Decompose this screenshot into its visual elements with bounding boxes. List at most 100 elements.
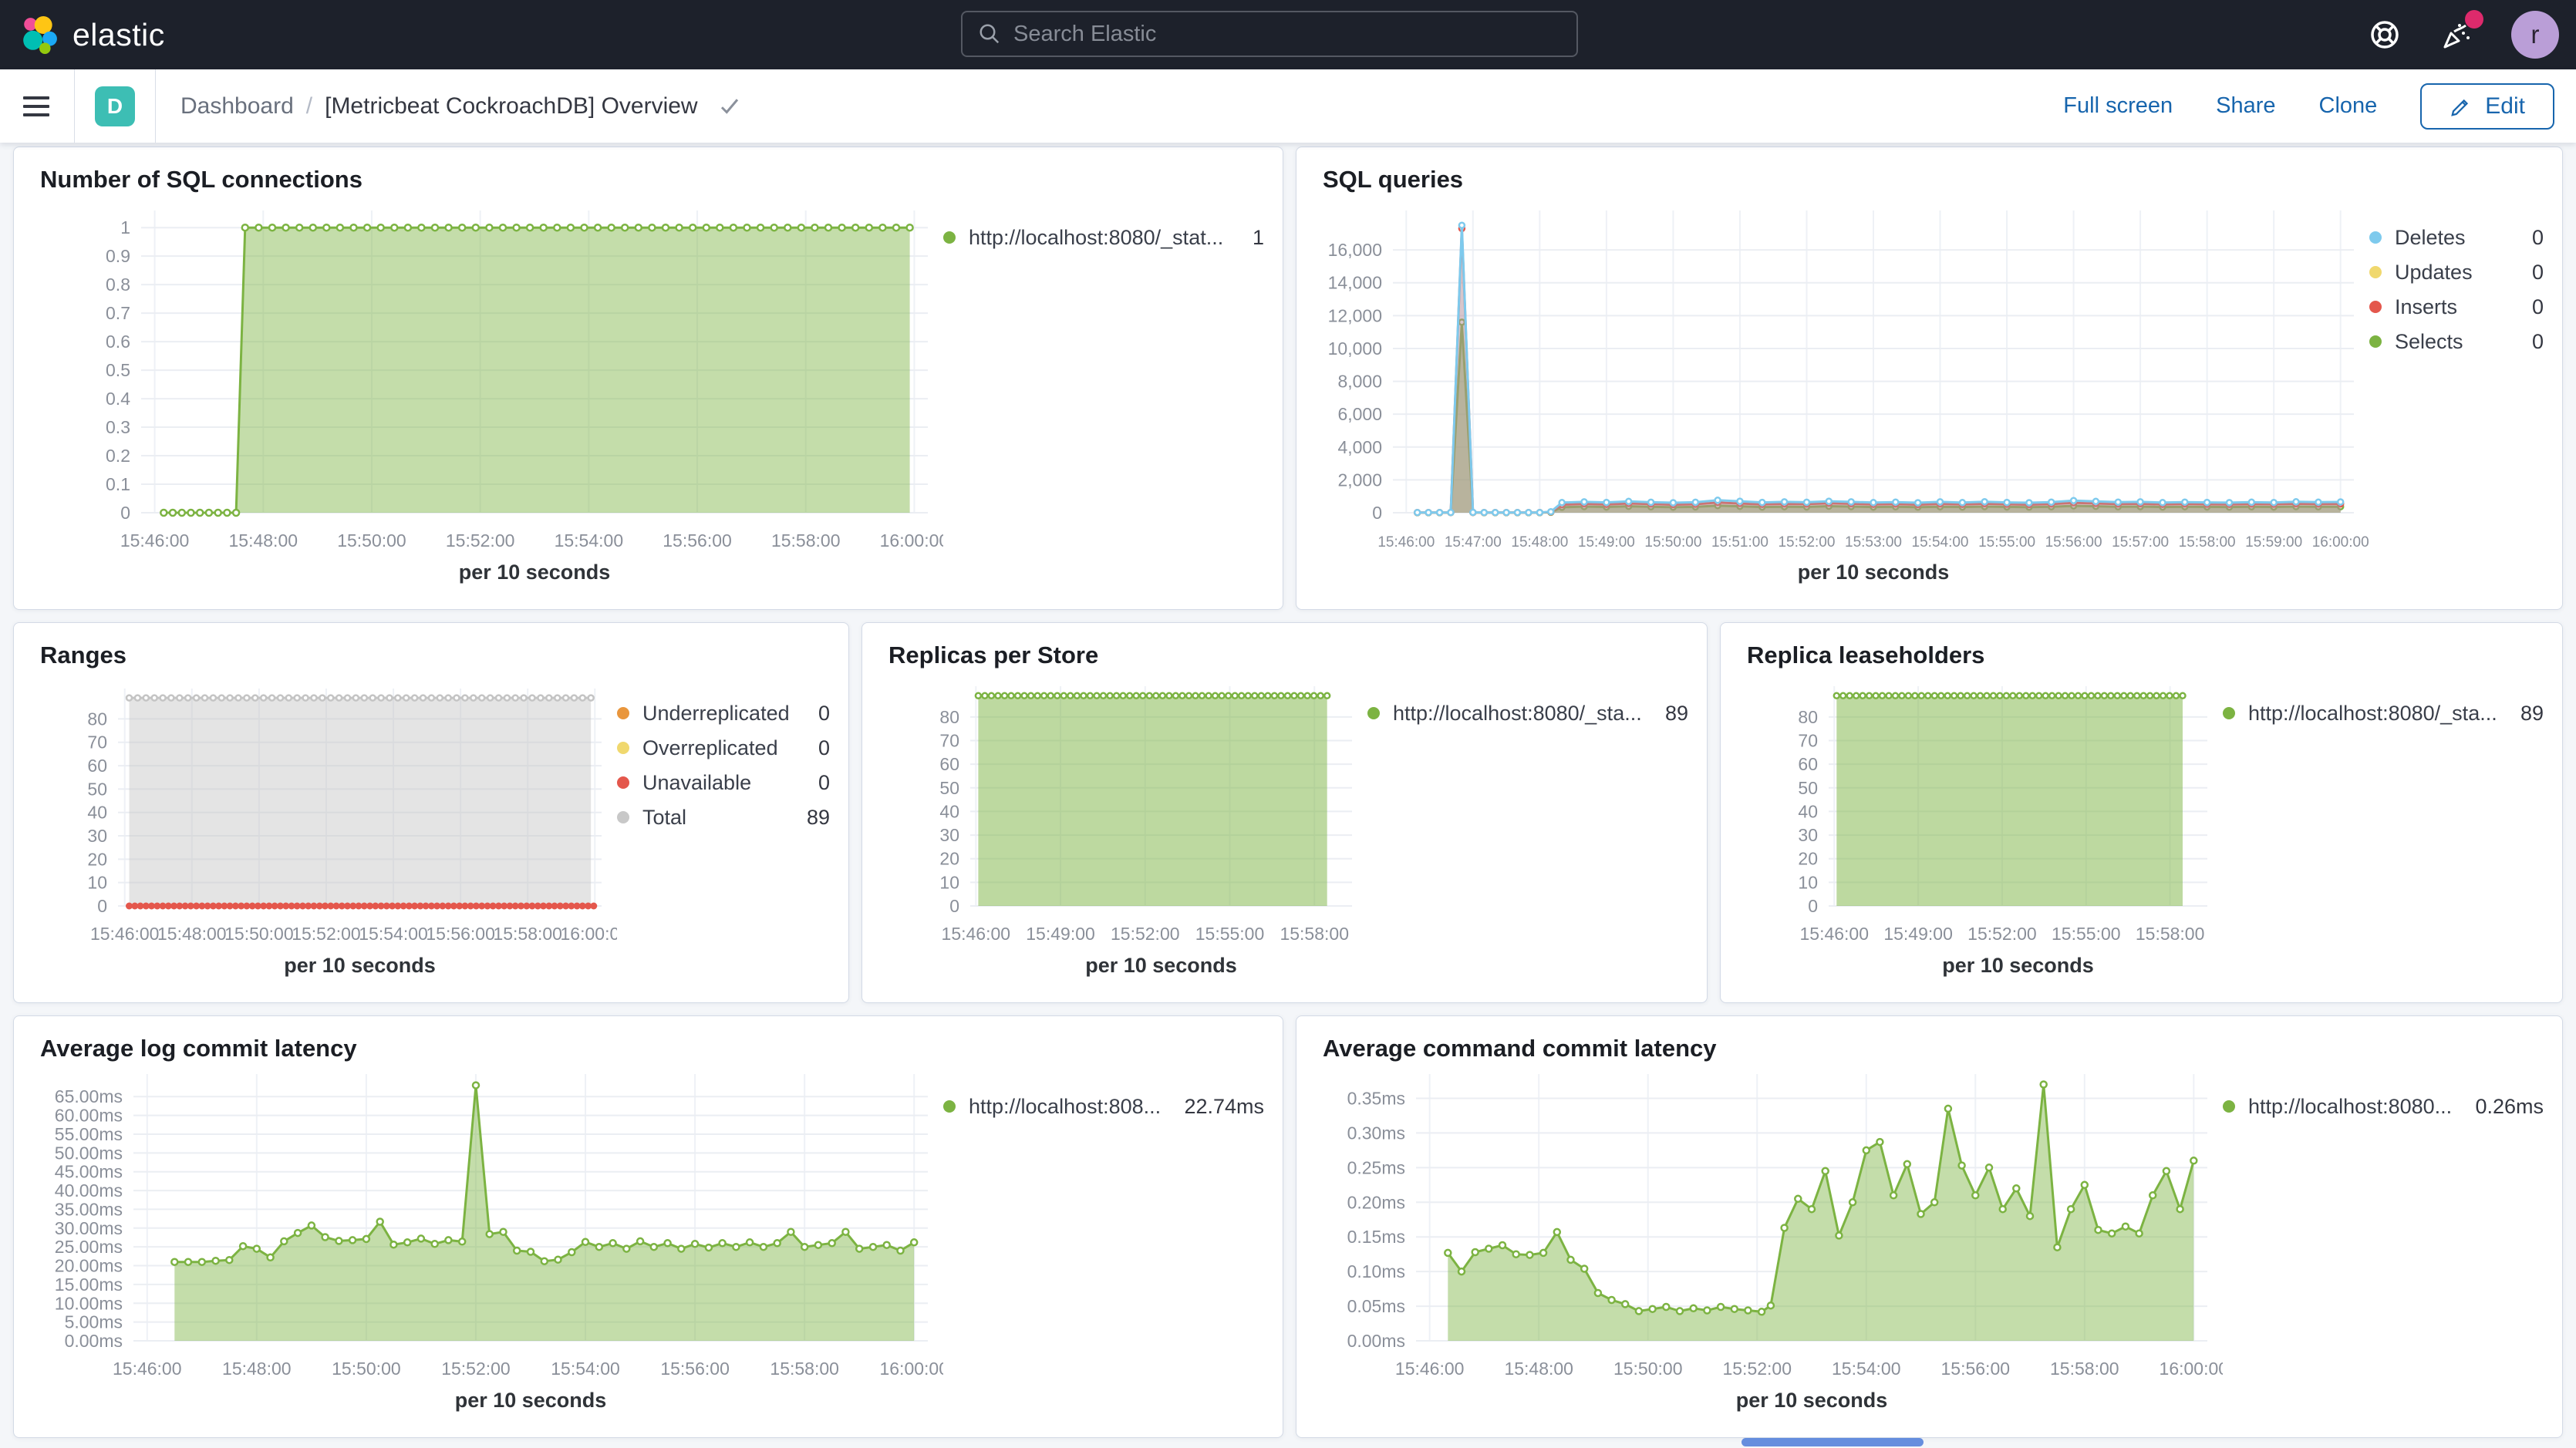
legend-item[interactable]: Selects0 [2369, 328, 2544, 355]
legend-color-dot [1367, 707, 1380, 719]
full-screen-button[interactable]: Full screen [2063, 93, 2173, 119]
svg-text:10: 10 [939, 872, 959, 892]
svg-text:60.00ms: 60.00ms [55, 1106, 123, 1126]
panel-title: SQL queries [1323, 167, 2562, 191]
help-icon[interactable] [2366, 16, 2403, 53]
elastic-logo-icon [20, 15, 59, 54]
panel-replicas-per-store: Replicas per Store 0102030405060708015:4… [861, 622, 1708, 1003]
command-commit-latency-chart[interactable]: 0.00ms0.05ms0.10ms0.15ms0.20ms0.25ms0.30… [1296, 1060, 2223, 1389]
user-avatar[interactable]: r [2511, 11, 2559, 59]
legend: http://localhost:8080/_sta...89 [2223, 667, 2562, 995]
svg-text:15:49:00: 15:49:00 [1578, 534, 1635, 551]
svg-text:0.8: 0.8 [106, 274, 130, 295]
legend-item[interactable]: Total89 [617, 803, 830, 831]
legend-value: 0 [818, 771, 830, 795]
legend-value: 22.74ms [1184, 1095, 1264, 1119]
ranges-chart[interactable]: 0102030405060708015:46:0015:48:0015:50:0… [14, 667, 617, 954]
legend-item[interactable]: Overreplicated0 [617, 734, 830, 762]
svg-text:15:46:00: 15:46:00 [1799, 924, 1869, 944]
svg-text:6,000: 6,000 [1337, 404, 1382, 424]
legend-value: 89 [1665, 702, 1688, 726]
legend: http://localhost:808... 22.74ms [943, 1060, 1283, 1430]
svg-text:15:53:00: 15:53:00 [1845, 534, 1902, 551]
svg-text:16:00:00: 16:00:00 [880, 530, 943, 551]
legend-item[interactable]: Updates0 [2369, 258, 2544, 286]
x-axis-title: per 10 seconds [1416, 1389, 2207, 1430]
replica-leaseholders-chart[interactable]: 0102030405060708015:46:0015:49:0015:52:0… [1721, 667, 2223, 954]
legend-item[interactable]: http://localhost:8080/_stat...1 [943, 224, 1264, 251]
svg-text:0.00ms: 0.00ms [65, 1331, 123, 1351]
svg-text:16:00:00: 16:00:00 [561, 924, 617, 944]
legend-color-dot [617, 707, 629, 719]
svg-text:20: 20 [1798, 849, 1818, 869]
svg-text:15:52:00: 15:52:00 [446, 530, 515, 551]
legend-item[interactable]: Inserts0 [2369, 293, 2544, 321]
svg-text:15:56:00: 15:56:00 [2045, 534, 2102, 551]
news-party-popper-icon[interactable] [2439, 16, 2476, 53]
share-button[interactable]: Share [2216, 93, 2275, 119]
sql-connections-chart[interactable]: 00.10.20.30.40.50.60.70.80.9115:46:0015:… [14, 191, 943, 561]
legend-label: http://localhost:808... [969, 1095, 1161, 1119]
legend-label: http://localhost:8080/_sta... [1393, 702, 1642, 726]
title-check-icon[interactable] [718, 95, 741, 118]
svg-text:0: 0 [949, 896, 959, 916]
svg-text:12,000: 12,000 [1328, 305, 1382, 325]
legend-item[interactable]: http://localhost:8080/_sta... 89 [1367, 699, 1688, 727]
replicas-per-store-chart[interactable]: 0102030405060708015:46:0015:49:0015:52:0… [862, 667, 1367, 954]
svg-text:15:48:00: 15:48:00 [229, 530, 298, 551]
legend-item[interactable]: Unavailable0 [617, 769, 830, 796]
svg-text:70: 70 [1798, 730, 1818, 750]
svg-text:30: 30 [939, 825, 959, 845]
sql-queries-chart[interactable]: 02,0004,0006,0008,00010,00012,00014,0001… [1296, 191, 2369, 561]
svg-text:70: 70 [939, 730, 959, 750]
svg-text:15:58:00: 15:58:00 [770, 1359, 839, 1379]
svg-text:50: 50 [939, 778, 959, 798]
svg-text:15:48:00: 15:48:00 [1511, 534, 1568, 551]
legend-value: 1 [1253, 226, 1264, 250]
svg-text:0.2: 0.2 [106, 446, 130, 466]
legend-item[interactable]: http://localhost:8080/_sta...89 [2223, 699, 2544, 727]
svg-text:15:46:00: 15:46:00 [120, 530, 190, 551]
legend-value: 0 [818, 702, 830, 726]
search-placeholder: Search Elastic [1013, 22, 1156, 47]
svg-text:5.00ms: 5.00ms [65, 1312, 123, 1332]
log-commit-latency-chart[interactable]: 0.00ms5.00ms10.00ms15.00ms20.00ms25.00ms… [14, 1060, 943, 1389]
legend-label: http://localhost:8080... [2248, 1095, 2452, 1119]
svg-text:15:51:00: 15:51:00 [1711, 534, 1768, 551]
svg-text:15:59:00: 15:59:00 [2245, 534, 2302, 551]
horizontal-scrollbar-thumb[interactable] [1741, 1438, 1924, 1446]
svg-text:40.00ms: 40.00ms [55, 1180, 123, 1200]
breadcrumb-bar: D Dashboard / [Metricbeat CockroachDB] O… [0, 69, 2576, 143]
legend: http://localhost:8080/_stat...1 [943, 191, 1283, 602]
global-search-input[interactable]: Search Elastic [961, 11, 1578, 57]
svg-text:10,000: 10,000 [1328, 338, 1382, 359]
svg-text:50.00ms: 50.00ms [55, 1143, 123, 1163]
legend-item[interactable]: http://localhost:808... 22.74ms [943, 1093, 1264, 1120]
svg-text:0.5: 0.5 [106, 360, 130, 380]
svg-text:15:54:00: 15:54:00 [1912, 534, 1969, 551]
svg-text:15:50:00: 15:50:00 [332, 1359, 401, 1379]
svg-text:10.00ms: 10.00ms [55, 1293, 123, 1313]
svg-text:15:49:00: 15:49:00 [1026, 924, 1095, 944]
breadcrumb: Dashboard / [Metricbeat CockroachDB] Ove… [180, 93, 741, 120]
legend-item[interactable]: http://localhost:8080...0.26ms [2223, 1093, 2544, 1120]
hamburger-menu-icon[interactable] [0, 96, 74, 116]
svg-text:15:56:00: 15:56:00 [660, 1359, 730, 1379]
elastic-logo[interactable]: elastic [20, 15, 165, 54]
svg-text:15:47:00: 15:47:00 [1445, 534, 1502, 551]
svg-text:15:48:00: 15:48:00 [1504, 1359, 1573, 1379]
breadcrumb-dashboard-link[interactable]: Dashboard [180, 93, 294, 120]
svg-text:15.00ms: 15.00ms [55, 1275, 123, 1295]
svg-text:80: 80 [1798, 707, 1818, 727]
divider [155, 69, 156, 143]
legend: http://localhost:8080...0.26ms [2223, 1060, 2562, 1430]
legend-item[interactable]: Underreplicated0 [617, 699, 830, 727]
svg-text:15:46:00: 15:46:00 [90, 924, 160, 944]
dashboard-app-badge[interactable]: D [95, 86, 135, 126]
clone-button[interactable]: Clone [2319, 93, 2378, 119]
legend-item[interactable]: Deletes0 [2369, 224, 2544, 251]
svg-text:15:56:00: 15:56:00 [1941, 1359, 2011, 1379]
edit-button[interactable]: Edit [2420, 83, 2554, 130]
svg-text:2,000: 2,000 [1337, 470, 1382, 490]
legend-value: 0 [2532, 226, 2544, 250]
